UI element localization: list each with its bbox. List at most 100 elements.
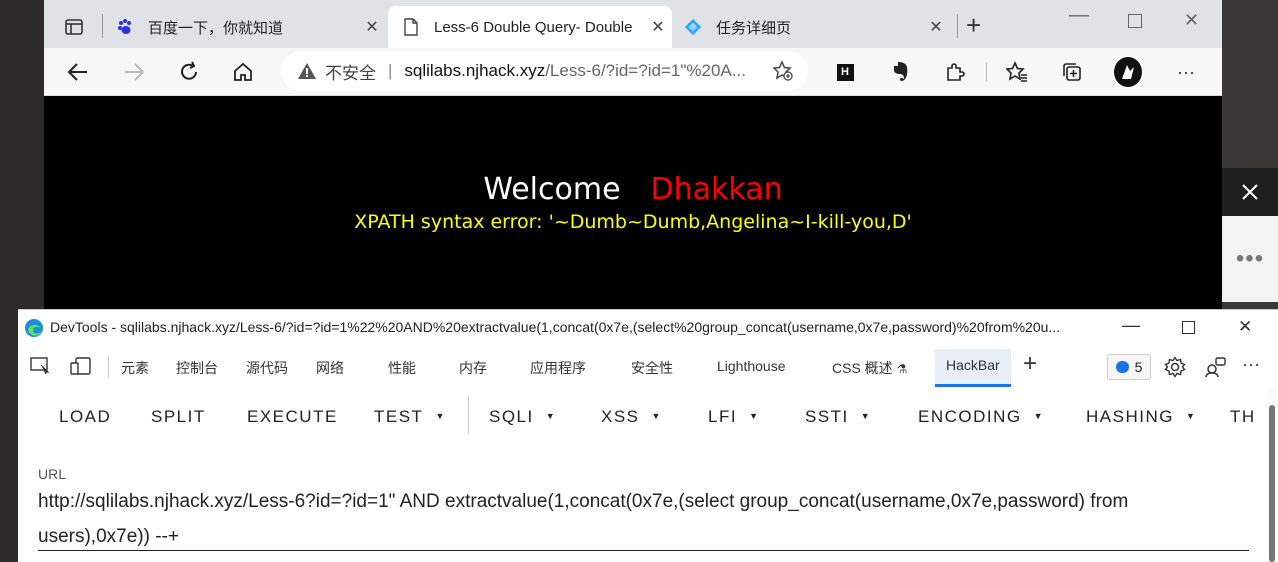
dropdown-label: SSTI [805,407,849,426]
collections-icon[interactable] [1058,58,1086,86]
favorites-icon[interactable] [1003,58,1031,86]
extensions-icon[interactable] [941,58,969,86]
caret-down-icon: ▼ [860,411,872,421]
side-panel-close-button[interactable] [1222,168,1278,216]
tab-elements[interactable]: 元素 [121,358,149,378]
tab-divider [108,356,109,378]
dropdown-label: LFI [708,407,738,426]
back-button[interactable] [64,58,92,86]
caret-down-icon: ▼ [651,411,662,421]
xss-dropdown[interactable]: XSS ▼ [601,407,662,427]
forward-button[interactable] [120,58,148,86]
test-dropdown[interactable]: TEST ▼ [374,407,446,427]
tab-label: CSS 概述 [832,360,893,376]
tab-application[interactable]: 应用程序 [530,358,586,378]
tab-divider [102,14,103,38]
caret-down-icon: ▼ [749,411,760,421]
vertical-scrollbar[interactable] [1268,388,1276,562]
refresh-button[interactable] [175,58,203,86]
issues-count: 5 [1134,359,1143,375]
warning-icon[interactable] [297,62,317,80]
tab-baidu[interactable]: 百度一下，你就知道 ✕ [104,6,386,48]
side-panel-more-button[interactable]: ••• [1222,216,1278,302]
evernote-extension-icon[interactable] [886,58,914,86]
issues-badge[interactable]: 5 [1107,354,1151,380]
welcome-heading: Welcome Dhakkan [44,172,1222,207]
avatar-icon [1114,57,1142,87]
welcome-name: Dhakkan [650,172,783,207]
close-icon[interactable]: ✕ [648,17,668,37]
dropdown-label: TEST [374,407,424,426]
tab-label: 任务详细页 [716,19,792,37]
tab-security[interactable]: 安全性 [631,358,673,378]
home-button[interactable] [229,58,257,86]
tab-memory[interactable]: 内存 [459,358,487,378]
dropdown-label: ENCODING [918,407,1022,426]
caret-down-icon: ▼ [545,411,557,421]
security-label[interactable]: 不安全 [325,59,376,84]
edge-logo-icon [24,318,44,341]
encoding-dropdown[interactable]: ENCODING ▼ [918,407,1044,427]
caret-down-icon: ▼ [1033,411,1045,421]
hackbar-menu: LOAD SPLIT EXECUTE TEST ▼ SQLI ▼ XSS ▼ LFI ▼… [18,388,1278,523]
maximize-button[interactable] [1128,14,1142,28]
baidu-paw-icon [116,18,134,36]
tab-network[interactable]: 网络 [316,358,344,378]
tab-less6[interactable]: Less-6 Double Query- Double ✕ [388,6,672,48]
add-favorite-icon[interactable] [772,60,794,87]
tab-hackbar[interactable]: HackBar [935,349,1011,387]
tab-console[interactable]: 控制台 [176,358,218,378]
flask-icon: ⚗ [896,362,908,376]
url-field-container: URL http://sqlilabs.njhack.xyz/Less-6?id… [18,448,1278,562]
minimize-button[interactable]: — [1069,4,1089,27]
sqli-dropdown[interactable]: SQLI ▼ [489,407,556,427]
devtools-minimize-button[interactable]: — [1122,315,1140,336]
feedback-icon[interactable] [1204,356,1226,381]
tab-actions-icon[interactable] [60,13,88,41]
devtools-tabbar: 元素 控制台 源代码 网络 性能 内存 应用程序 安全性 Lighthouse … [18,346,1278,389]
split-button[interactable]: SPLIT [151,407,206,427]
dropdown-label: HASHING [1086,407,1174,426]
devtools-close-button[interactable]: ✕ [1238,317,1252,337]
toolbar-divider [986,62,987,82]
execute-button[interactable]: EXECUTE [247,407,338,427]
tab-task-detail[interactable]: 任务详细页 ✕ [674,6,950,48]
hashing-dropdown[interactable]: HASHING ▼ [1086,407,1196,427]
tab-divider [957,14,958,38]
message-icon [1115,361,1129,373]
address-domain: sqlilabs.njhack.xyz [404,61,546,80]
tab-sources[interactable]: 源代码 [246,358,288,378]
url-input[interactable]: http://sqlilabs.njhack.xyz/Less-6?id=?id… [38,484,1218,554]
profile-avatar[interactable] [1114,57,1142,87]
devtools-maximize-button[interactable] [1182,321,1195,334]
address-bar[interactable]: 不安全 | sqlilabs.njhack.xyz /Less-6/?id=?i… [281,51,808,91]
ssti-dropdown[interactable]: SSTI ▼ [805,407,871,427]
tab-lighthouse[interactable]: Lighthouse [717,358,786,374]
load-button[interactable]: LOAD [59,407,111,427]
tab-strip: 百度一下，你就知道 ✕ Less-6 Double Query- Double … [44,0,1222,48]
tab-css-overview[interactable]: CSS 概述 ⚗ [832,358,907,378]
browser-toolbar: 不安全 | sqlilabs.njhack.xyz /Less-6/?id=?i… [44,48,1222,96]
dropdown-label: SQLI [489,407,534,426]
add-tab-icon[interactable]: + [1023,350,1037,378]
hackbar-extension-icon[interactable]: H [831,58,859,86]
tab-performance[interactable]: 性能 [388,358,416,378]
inspect-element-icon[interactable] [30,357,50,378]
lfi-dropdown[interactable]: LFI ▼ [708,407,759,427]
scrollbar-thumb[interactable] [1269,405,1275,562]
devtools-more-icon[interactable]: ··· [1242,354,1260,375]
new-tab-button[interactable]: + [966,10,981,41]
close-icon[interactable]: ✕ [362,17,382,37]
caret-down-icon: ▼ [1185,411,1197,421]
devtools-window: DevTools - sqlilabs.njhack.xyz/Less-6/?i… [18,309,1278,562]
window-close-button[interactable]: ✕ [1184,10,1199,31]
tab-label: 百度一下，你就知道 [148,19,284,37]
dropdown-label: XSS [601,407,640,426]
settings-gear-icon[interactable] [1164,356,1186,381]
device-emulation-icon[interactable] [70,357,92,378]
caret-down-icon: ▼ [435,411,446,421]
more-menu-item[interactable]: TH [1230,407,1256,427]
more-menu-icon[interactable]: ··· [1172,58,1200,86]
close-icon[interactable]: ✕ [926,17,946,37]
address-separator: | [388,61,393,80]
